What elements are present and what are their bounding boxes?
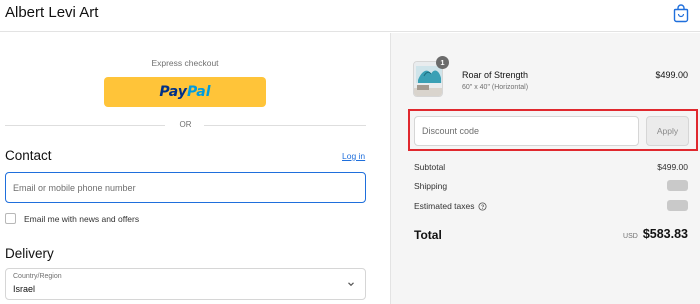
site-header: Albert Levi Art [0,0,700,32]
total-amount: USD $583.83 [623,227,688,241]
newsletter-checkbox[interactable] [5,213,16,224]
subtotal-value: $499.00 [657,162,688,172]
currency-code: USD [623,233,638,240]
or-divider: OR [5,119,366,131]
shipping-label: Shipping [414,181,448,191]
store-brand[interactable]: Albert Levi Art [5,4,98,21]
quantity-badge: 1 [436,56,449,69]
newsletter-option[interactable]: Email me with news and offers [5,212,139,225]
newsletter-label: Email me with news and offers [24,213,140,224]
apply-discount-button[interactable]: Apply [646,116,689,146]
product-name: Roar of Strength [462,70,529,80]
total-value: $583.83 [642,227,688,241]
info-icon[interactable] [478,201,487,211]
contact-heading: Contact [5,148,52,163]
shopping-bag-icon[interactable] [672,3,690,23]
shipping-value-placeholder [667,180,688,191]
paypal-logo: PayPal [159,84,211,100]
taxes-label-group: Estimated taxes [414,201,487,211]
taxes-row: Estimated taxes [414,200,688,213]
country-value: Israel [13,284,36,294]
paypal-button[interactable]: PayPal [104,77,266,107]
taxes-label: Estimated taxes [414,201,475,211]
taxes-value-placeholder [667,200,688,211]
subtotal-row: Subtotal $499.00 [414,162,688,174]
subtotal-label: Subtotal [414,162,446,172]
delivery-heading: Delivery [5,246,54,261]
login-link[interactable]: Log in [342,151,365,161]
chevron-down-icon [348,282,354,287]
shipping-row: Shipping [414,180,688,193]
product-price: $499.00 [655,70,688,80]
total-label: Total [414,228,442,242]
country-select[interactable]: Country/Region Israel [5,268,366,300]
checkout-form-panel: Express checkout PayPal OR Contact Log i… [0,33,390,304]
product-variant: 60" x 40" (Horizontal) [462,84,529,91]
order-summary-panel: 1 Roar of Strength 60" x 40" (Horizontal… [390,33,700,304]
email-field[interactable] [5,172,366,203]
country-label: Country/Region [13,273,62,280]
discount-code-input[interactable] [414,116,639,146]
express-checkout-label: Express checkout [151,58,219,68]
